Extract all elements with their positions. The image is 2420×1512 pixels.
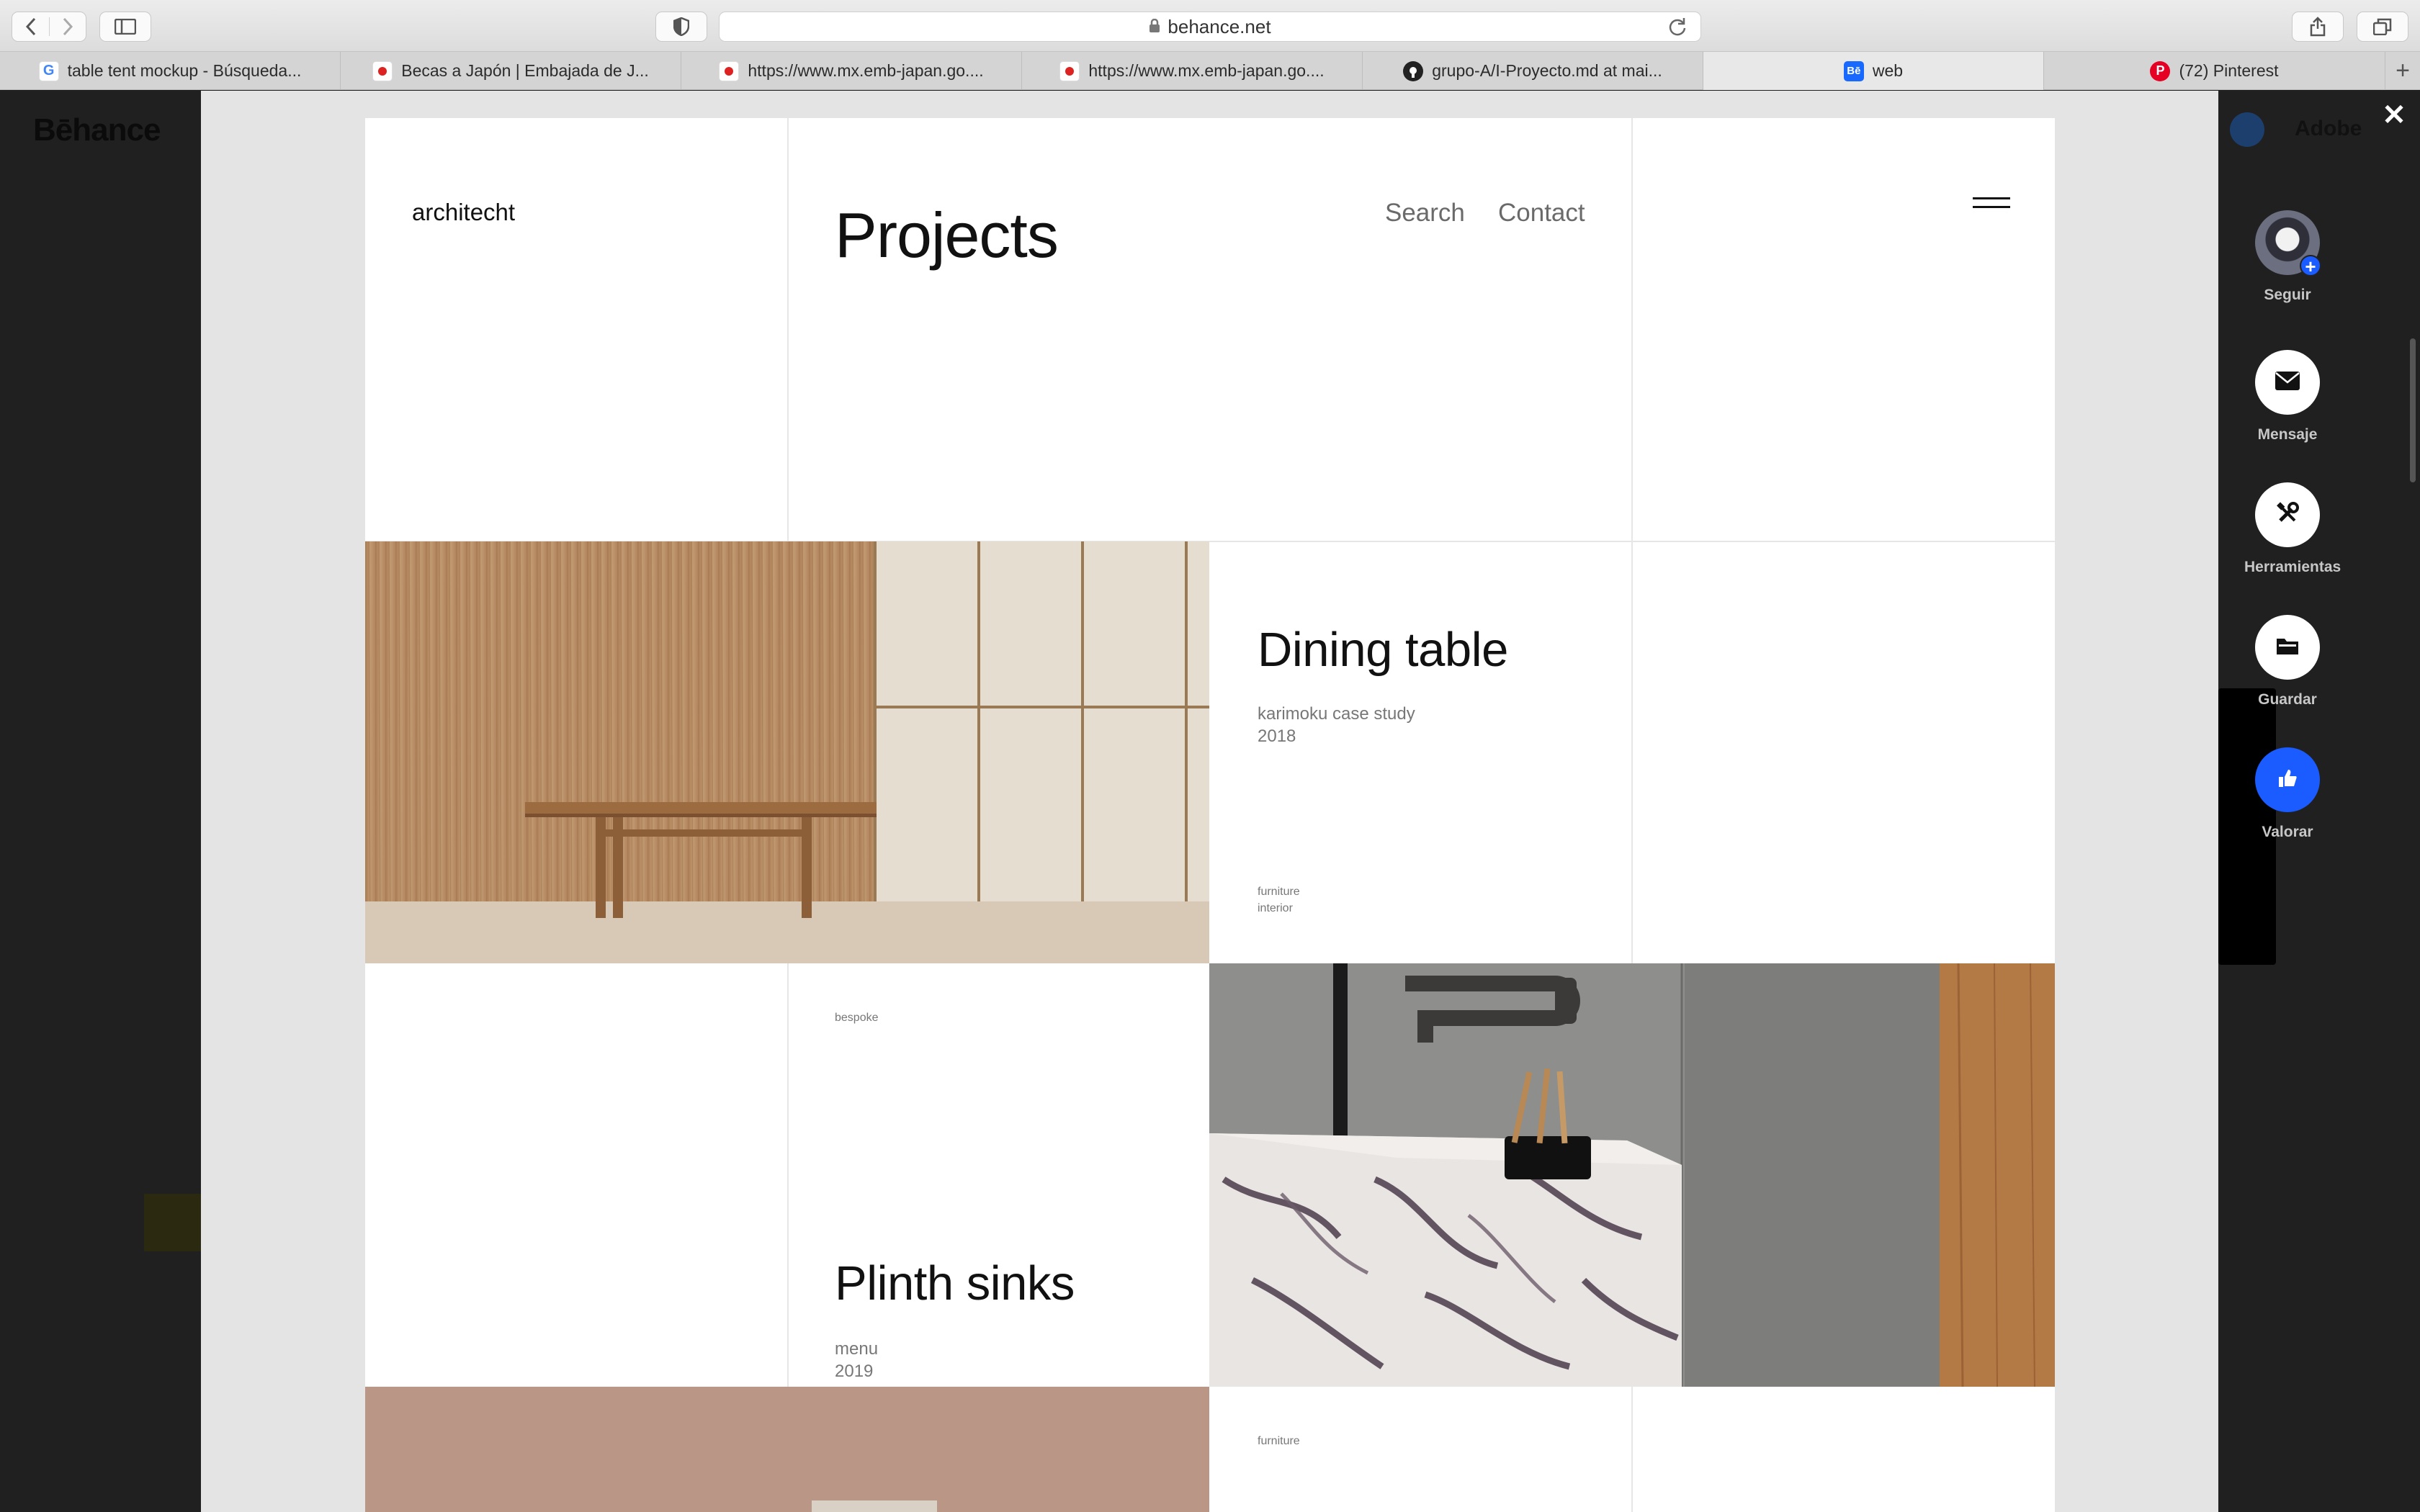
envelope-icon	[2275, 371, 2300, 394]
thumbs-up-icon	[2277, 768, 2298, 792]
follow-action[interactable]: + Seguir	[2244, 210, 2331, 304]
tab-becas-japon[interactable]: Becas a Japón | Embajada de J...	[341, 52, 681, 90]
tab-label: Becas a Japón | Embajada de J...	[401, 61, 649, 80]
behance-icon: Bē	[1843, 60, 1864, 81]
hamburger-menu-icon[interactable]	[1973, 197, 2010, 212]
privacy-shield-icon[interactable]	[655, 12, 707, 42]
tools-action[interactable]: Herramientas	[2244, 482, 2341, 576]
creator-avatar[interactable]: +	[2255, 210, 2321, 276]
share-icon[interactable]	[2292, 12, 2344, 42]
tools-button[interactable]	[2255, 482, 2320, 547]
adobe-logo[interactable]: Adobe	[2295, 117, 2362, 141]
tab-emb-japan-2[interactable]: https://www.mx.emb-japan.go....	[1022, 52, 1363, 90]
tab-bar: G table tent mockup - Búsqueda... Becas …	[0, 52, 2420, 90]
tag-furniture[interactable]: furniture	[1258, 883, 1300, 900]
add-follow-icon[interactable]: +	[2300, 255, 2321, 276]
nav-search-link[interactable]: Search	[1385, 199, 1465, 228]
google-icon: G	[38, 60, 59, 81]
back-icon[interactable]	[13, 17, 49, 36]
message-action[interactable]: Mensaje	[2244, 350, 2331, 444]
tab-label: web	[1872, 61, 1904, 80]
tab-overview-icon[interactable]	[2357, 12, 2408, 42]
tab-label: https://www.mx.emb-japan.go....	[748, 61, 984, 80]
address-bar[interactable]: behance.net	[719, 12, 1701, 42]
message-button[interactable]	[2255, 350, 2320, 415]
grid-divider	[787, 118, 789, 541]
tab-label: (72) Pinterest	[2179, 61, 2279, 80]
address-url: behance.net	[1168, 15, 1271, 37]
project-tags: furniture interior	[1258, 883, 1300, 917]
page-title: Projects	[835, 199, 1059, 271]
follow-label: Seguir	[2264, 287, 2311, 303]
lock-icon	[1149, 16, 1160, 38]
japan-flag-icon	[1059, 60, 1080, 81]
tag-interior[interactable]: interior	[1258, 900, 1300, 917]
plinth-sinks-image[interactable]	[1209, 963, 2055, 1387]
japan-flag-icon	[719, 60, 740, 81]
tab-github[interactable]: grupo-A/I-Proyecto.md at mai...	[1363, 52, 1703, 90]
project-content: architecht Projects Search Contact Dinin…	[365, 118, 2055, 1512]
project-subtitle: karimoku case study 2018	[1258, 703, 1415, 747]
tab-label: grupo-A/I-Proyecto.md at mai...	[1432, 61, 1662, 80]
tools-icon	[2276, 501, 2299, 528]
appreciate-action[interactable]: Valorar	[2244, 747, 2331, 841]
behance-logo[interactable]: Bēhance	[33, 112, 161, 148]
project-subtitle: menu 2019	[835, 1338, 878, 1382]
history-nav	[12, 12, 86, 42]
save-button[interactable]	[2255, 615, 2320, 680]
tag-furniture[interactable]: furniture	[1258, 1433, 1300, 1449]
tag-bespoke[interactable]: bespoke	[835, 1009, 879, 1026]
close-icon[interactable]: ✕	[2381, 101, 2407, 130]
save-label: Guardar	[2258, 691, 2317, 708]
background-thumbnail	[144, 1194, 202, 1251]
tab-behance-web[interactable]: Bē web	[1703, 52, 2044, 90]
sidebar-toggle-icon[interactable]	[99, 12, 151, 42]
save-action[interactable]: Guardar	[2244, 615, 2331, 708]
browser-toolbar: behance.net	[0, 0, 2420, 52]
tab-google[interactable]: G table tent mockup - Búsqueda...	[0, 52, 341, 90]
reload-icon[interactable]	[1667, 17, 1688, 42]
project-title-plinth-sinks[interactable]: Plinth sinks	[835, 1256, 1075, 1311]
folder-icon	[2276, 636, 2299, 659]
dining-table-image[interactable]	[365, 541, 1209, 963]
page-scrollbar[interactable]	[2410, 338, 2416, 482]
project-year: 2018	[1258, 726, 1296, 746]
message-label: Mensaje	[2257, 426, 2318, 443]
github-icon	[1403, 60, 1424, 81]
site-brand[interactable]: architecht	[412, 199, 515, 226]
tab-label: https://www.mx.emb-japan.go....	[1088, 61, 1325, 80]
tab-emb-japan-1[interactable]: https://www.mx.emb-japan.go....	[681, 52, 1022, 90]
appreciate-label: Valorar	[2262, 824, 2313, 840]
forward-icon[interactable]	[49, 17, 85, 36]
project-client: karimoku case study	[1258, 704, 1415, 724]
project-client: menu	[835, 1339, 879, 1359]
pinterest-icon: P	[2150, 60, 2171, 81]
tab-label: table tent mockup - Búsqueda...	[67, 61, 302, 80]
appreciate-button[interactable]	[2255, 747, 2320, 812]
tools-label: Herramientas	[2244, 559, 2341, 575]
nav-contact-link[interactable]: Contact	[1498, 199, 1585, 228]
project-image-terracotta[interactable]	[365, 1387, 1209, 1512]
tab-pinterest[interactable]: P (72) Pinterest	[2044, 52, 2385, 90]
grid-divider	[787, 963, 789, 1387]
profile-avatar[interactable]	[2230, 112, 2264, 147]
project-year: 2019	[835, 1362, 874, 1381]
new-tab-icon[interactable]: +	[2385, 52, 2420, 90]
project-title-dining-table[interactable]: Dining table	[1258, 622, 1508, 678]
japan-flag-icon	[372, 60, 393, 81]
